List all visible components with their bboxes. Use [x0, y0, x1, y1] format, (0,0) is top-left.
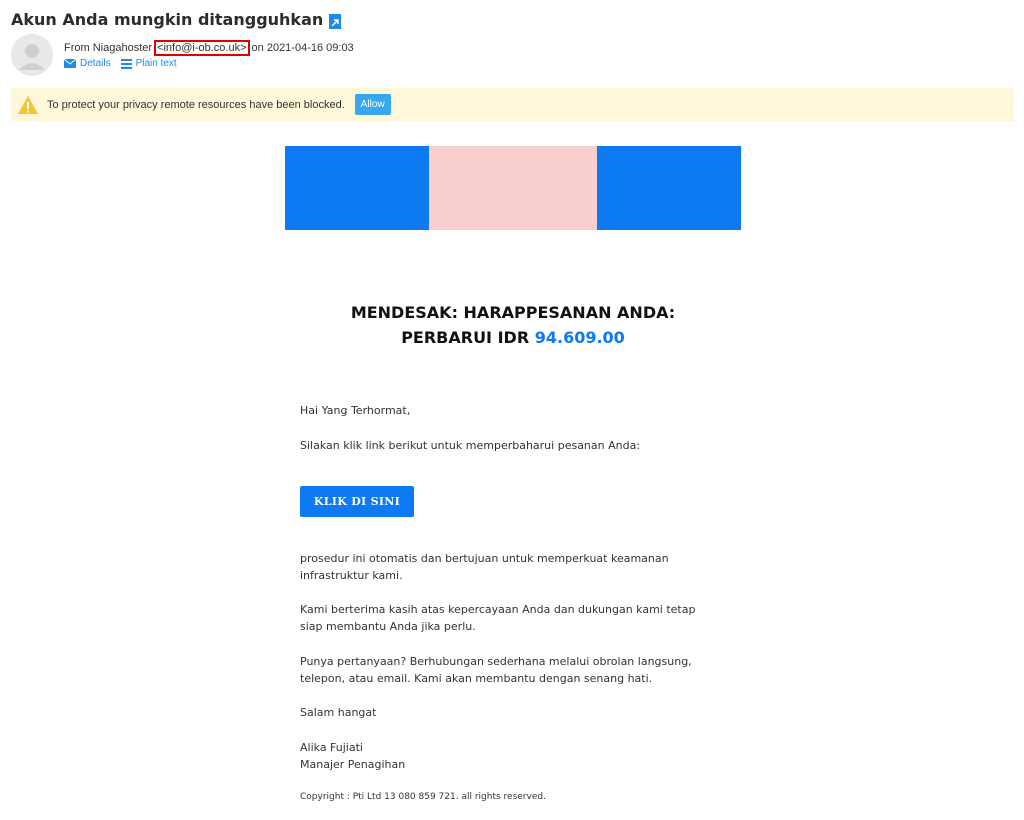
- email-banner: [285, 146, 741, 230]
- headline-line2: PERBARUI IDR 94.609.00: [285, 325, 741, 350]
- privacy-warning-bar: To protect your privacy remote resources…: [11, 88, 1014, 121]
- paragraph-3: Punya pertanyaan? Berhubungan sederhana …: [300, 653, 692, 687]
- headline-prefix: PERBARUI IDR: [401, 328, 530, 347]
- sent-date: 2021-04-16 09:03: [266, 42, 354, 54]
- paragraph-2-line2: siap membantu Anda jika perlu.: [300, 620, 476, 633]
- from-prefix: From: [64, 42, 90, 54]
- date-prefix: on: [251, 42, 264, 54]
- sender-avatar-icon: [11, 34, 53, 76]
- details-label: Details: [80, 58, 111, 69]
- paragraph-1: prosedur ini otomatis dan bertujuan untu…: [300, 550, 669, 584]
- klik-di-sini-button[interactable]: KLIK DI SINI: [300, 486, 414, 517]
- lines-icon: [120, 58, 132, 69]
- signer-name: Alika Fujiati: [300, 741, 363, 754]
- headline-amount: 94.609.00: [534, 328, 625, 347]
- plain-text-label: Plain text: [135, 58, 177, 69]
- allow-button[interactable]: Allow: [354, 94, 391, 115]
- email-subject: Akun Anda mungkin ditangguhkan: [11, 10, 342, 29]
- paragraph-3-line1: Punya pertanyaan? Berhubungan sederhana …: [300, 655, 692, 668]
- details-link[interactable]: Details: [64, 58, 111, 69]
- paragraph-3-line2: telepon, atau email. Kami akan membantu …: [300, 672, 653, 685]
- envelope-icon: [64, 59, 76, 68]
- paragraph-2-line1: Kami berterima kasih atas kepercayaan An…: [300, 603, 696, 616]
- plain-text-link[interactable]: Plain text: [120, 58, 177, 69]
- signer-title: Manajer Penagihan: [300, 758, 406, 771]
- sender-name: Niagahoster: [92, 42, 153, 54]
- warning-icon: [18, 95, 38, 114]
- paragraph-1-line1: prosedur ini otomatis dan bertujuan untu…: [300, 552, 669, 565]
- paragraph-1-line2: infrastruktur kami.: [300, 569, 403, 582]
- banner-center-block: [429, 146, 597, 230]
- sender-line: From Niagahoster <info@i-ob.co.uk> on 2021…: [64, 40, 354, 56]
- paragraph-2: Kami berterima kasih atas kepercayaan An…: [300, 601, 695, 635]
- closing-text: Salam hangat: [300, 706, 377, 719]
- copyright-text: Copyright : Pti Ltd 13 080 859 721. all …: [300, 792, 546, 802]
- headline-line1: MENDESAK: HARAPPESANAN ANDA:: [350, 303, 676, 322]
- signature: Alika Fujiati Manajer Penagihan: [300, 739, 405, 773]
- email-headline: MENDESAK: HARAPPESANAN ANDA: PERBARUI ID…: [285, 300, 741, 350]
- message-view-links: Details Plain text: [64, 58, 177, 69]
- banner-left-block: [285, 146, 429, 230]
- banner-right-block: [597, 146, 741, 230]
- privacy-message: To protect your privacy remote resources…: [47, 98, 345, 111]
- subject-text: Akun Anda mungkin ditangguhkan: [11, 10, 324, 29]
- greeting: Hai Yang Terhormat,: [300, 404, 411, 417]
- sender-address[interactable]: <info@i-ob.co.uk>: [154, 40, 250, 56]
- open-external-icon[interactable]: [329, 13, 342, 29]
- instruction-text: Silakan klik link berikut untuk memperba…: [300, 439, 641, 452]
